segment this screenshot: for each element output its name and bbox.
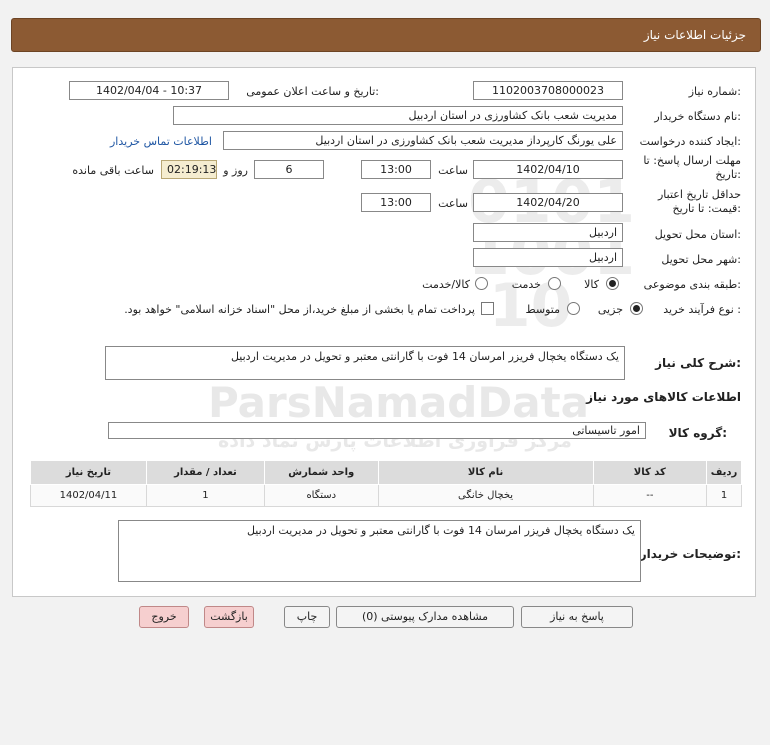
need-number-field: 1102003708000023 (473, 81, 623, 100)
city-label: شهر محل تحویل: (661, 253, 741, 266)
buyer-notes-field: یک دستگاه یخچال فریزر امرسان 14 فوت با گ… (118, 520, 641, 582)
treasury-payment-note: پرداخت تمام یا بخشی از مبلغ خرید،از محل … (124, 303, 475, 316)
exit-button[interactable]: خروج (139, 606, 189, 628)
category-service-label: خدمت (511, 278, 541, 291)
days-field: 6 (254, 160, 324, 179)
cell-need-date: 1402/04/11 (30, 484, 147, 507)
watermark-brand: ParsNamadData (208, 378, 589, 427)
category-goods-label: کالا (584, 278, 599, 291)
page-header: جزئیات اطلاعات نیاز (11, 18, 761, 52)
description-label: شرح کلی نیاز: (655, 356, 741, 370)
process-medium-radio[interactable] (567, 302, 580, 315)
cell-item-name: یخچال خانگی (377, 484, 594, 507)
print-button[interactable]: چاپ (284, 606, 330, 628)
creator-label: ایجاد کننده درخواست: (639, 135, 741, 148)
category-service-radio[interactable] (548, 277, 561, 290)
validity-time-label: ساعت (438, 197, 468, 210)
table-header-row: ردیف کد کالا نام کالا واحد شمارش تعداد /… (30, 460, 742, 485)
buyer-org-field: مدیریت شعب بانک کشاورزی در استان اردبیل (173, 106, 623, 125)
items-table: ردیف کد کالا نام کالا واحد شمارش تعداد /… (30, 460, 742, 507)
category-goods-service-label: کالا/خدمت (422, 278, 470, 291)
details-panel: 01011001 10 ParsNamadData مرکز فراوری اط… (12, 67, 756, 597)
col-need-date: تاریخ نیاز (30, 460, 147, 485)
description-field: یک دستگاه یخچال فریزر امرسان 14 فوت با گ… (105, 346, 625, 380)
cell-unit: دستگاه (264, 484, 379, 507)
province-field: اردبیل (473, 223, 623, 242)
col-unit: واحد شمارش (264, 460, 379, 485)
buyer-org-label: نام دستگاه خریدار: (654, 110, 741, 123)
city-field: اردبیل (473, 248, 623, 267)
goods-info-title: اطلاعات کالاهای مورد نیاز (586, 390, 741, 404)
treasury-payment-checkbox[interactable] (481, 302, 494, 315)
category-goods-radio[interactable] (606, 277, 619, 290)
process-medium-label: متوسط (525, 303, 560, 316)
days-label: روز و (223, 164, 248, 177)
deadline-time-label: ساعت (438, 164, 468, 177)
announce-field: 1402/04/04 - 10:37 (69, 81, 229, 100)
view-attachments-button[interactable]: مشاهده مدارک پیوستی (0) (336, 606, 514, 628)
back-button[interactable]: بازگشت (204, 606, 254, 628)
page-title: جزئیات اطلاعات نیاز (643, 28, 746, 42)
province-label: استان محل تحویل: (654, 228, 741, 241)
process-minor-label: جزیی (597, 303, 623, 316)
validity-date-field: 1402/04/20 (473, 193, 623, 212)
creator-field: علی یورنگ کارپرداز مدیریت شعب بانک کشاور… (223, 131, 623, 150)
deadline-time-field: 13:00 (361, 160, 431, 179)
buyer-notes-label: توضیحات خریدار: (639, 547, 741, 561)
cell-quantity: 1 (145, 484, 266, 507)
process-label: نوع فرآیند خرید : (663, 303, 741, 316)
validity-time-field: 13:00 (361, 193, 431, 212)
col-item-code: کد کالا (592, 460, 708, 485)
remaining-time-field: 02:19:13 (161, 160, 217, 179)
process-minor-radio[interactable] (630, 302, 643, 315)
announce-label: تاریخ و ساعت اعلان عمومی: (246, 85, 379, 98)
reply-button[interactable]: پاسخ به نیاز (521, 606, 633, 628)
deadline-label: مهلت ارسال پاسخ: تا تاریخ: (643, 154, 741, 181)
contact-buyer-link[interactable]: اطلاعات تماس خریدار (110, 135, 212, 148)
category-label: طبقه بندی موضوعی: (643, 278, 741, 291)
col-quantity: تعداد / مقدار (145, 460, 266, 485)
validity-label: حداقل تاریخ اعتبار قیمت: تا تاریخ: (657, 188, 741, 215)
category-goods-service-radio[interactable] (475, 277, 488, 290)
deadline-date-field: 1402/04/10 (473, 160, 623, 179)
col-item-name: نام کالا (377, 460, 594, 485)
goods-group-label: گروه کالا: (668, 426, 727, 440)
col-row-number: ردیف (706, 460, 742, 485)
cell-row-number: 1 (706, 484, 742, 507)
goods-group-field: امور تاسیساتی (108, 422, 646, 439)
remaining-label: ساعت باقی مانده (72, 164, 154, 177)
cell-item-code: -- (592, 484, 708, 507)
table-row: 1 -- یخچال خانگی دستگاه 1 1402/04/11 (30, 484, 742, 507)
need-number-label: شماره نیاز: (688, 85, 741, 98)
